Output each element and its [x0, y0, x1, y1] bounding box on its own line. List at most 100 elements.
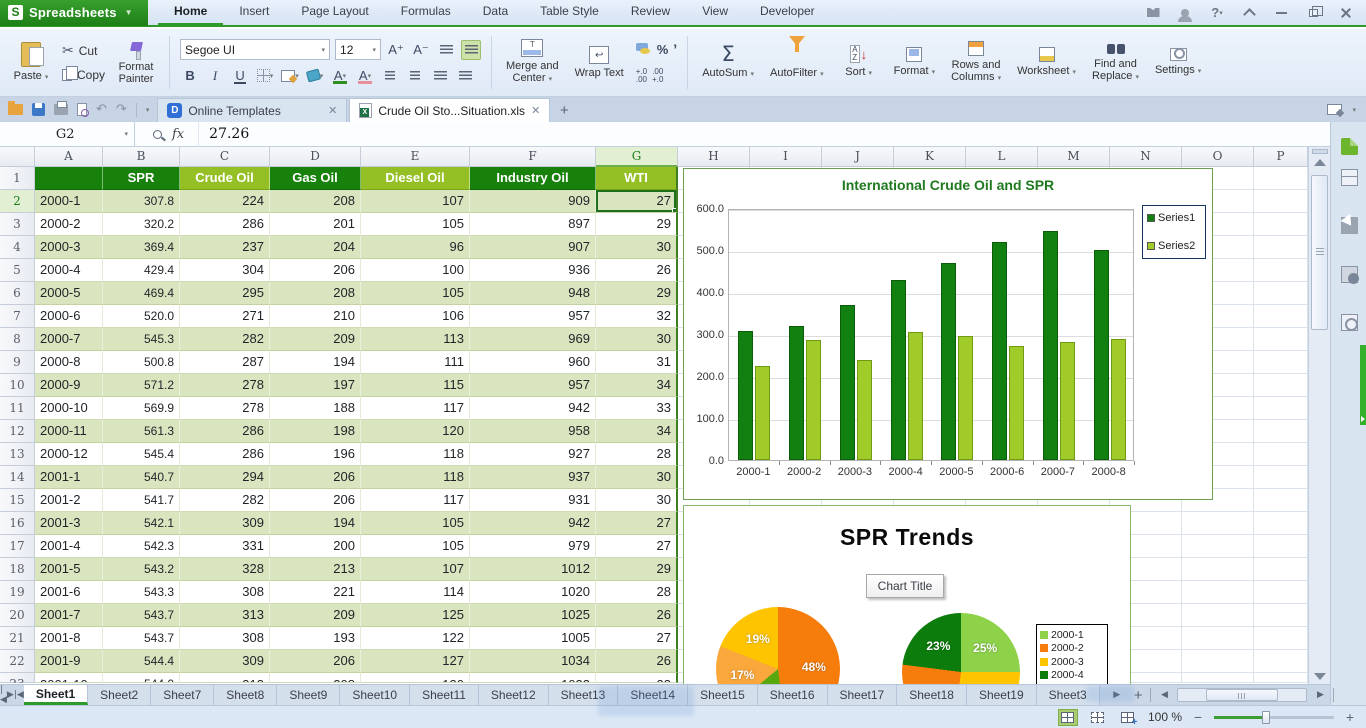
screenshot-icon[interactable] [1341, 314, 1358, 331]
borders-icon[interactable]: ▾ [255, 66, 275, 86]
cell-E8[interactable]: 113 [361, 328, 470, 351]
cell-A16[interactable]: 2001-3 [35, 512, 103, 535]
decrease-font-icon[interactable]: A⁻ [411, 40, 431, 60]
menu-tab-table-style[interactable]: Table Style [524, 0, 615, 26]
cell-A13[interactable]: 2000-12 [35, 443, 103, 466]
underline-button[interactable]: U [230, 66, 250, 86]
row-header-2[interactable]: 2 [0, 190, 35, 213]
cell-B8[interactable]: 545.3 [103, 328, 180, 351]
cell-D3[interactable]: 201 [270, 213, 361, 236]
cell-G18[interactable]: 29 [596, 558, 678, 581]
cell-E21[interactable]: 122 [361, 627, 470, 650]
collapse-ribbon-icon[interactable] [1240, 5, 1258, 21]
cell-F20[interactable]: 1025 [470, 604, 596, 627]
save-icon[interactable] [32, 103, 45, 116]
sheet-tab-sheet2[interactable]: Sheet2 [88, 685, 151, 705]
cell-G5[interactable]: 26 [596, 259, 678, 282]
cell-D9[interactable]: 194 [270, 351, 361, 374]
column-header-N[interactable]: N [1110, 147, 1182, 167]
align-left-icon[interactable] [430, 66, 450, 86]
cell-P23[interactable] [1254, 673, 1308, 683]
cell-P13[interactable] [1254, 443, 1308, 466]
cell-F7[interactable]: 957 [470, 305, 596, 328]
cell-C14[interactable]: 294 [180, 466, 270, 489]
cell-C18[interactable]: 328 [180, 558, 270, 581]
cell-B15[interactable]: 541.7 [103, 489, 180, 512]
cell-C3[interactable]: 286 [180, 213, 270, 236]
cell-C7[interactable]: 271 [180, 305, 270, 328]
row-header-14[interactable]: 14 [0, 466, 35, 489]
cell-D11[interactable]: 188 [270, 397, 361, 420]
zoom-slider-handle[interactable] [1262, 711, 1270, 724]
cell-D21[interactable]: 193 [270, 627, 361, 650]
cell-C2[interactable]: 224 [180, 190, 270, 213]
cell-G21[interactable]: 27 [596, 627, 678, 650]
cell-G15[interactable]: 30 [596, 489, 678, 512]
cell-P20[interactable] [1254, 604, 1308, 627]
cell-A11[interactable]: 2000-10 [35, 397, 103, 420]
bar-Series2-2000-8[interactable] [1111, 339, 1126, 460]
close-button[interactable] [1336, 5, 1354, 21]
cell-D10[interactable]: 197 [270, 374, 361, 397]
cell-E23[interactable]: 130 [361, 673, 470, 683]
cell-P4[interactable] [1254, 236, 1308, 259]
font-name-select[interactable]: Segoe UI▾ [180, 39, 330, 60]
merge-center-button[interactable]: T Merge and Center ▾ [502, 37, 563, 88]
cell-B22[interactable]: 544.4 [103, 650, 180, 673]
column-header-O[interactable]: O [1182, 147, 1254, 167]
cell-G3[interactable]: 29 [596, 213, 678, 236]
cell-P19[interactable] [1254, 581, 1308, 604]
menu-tab-developer[interactable]: Developer [744, 0, 831, 26]
cell-C19[interactable]: 308 [180, 581, 270, 604]
app-logo[interactable]: S Spreadsheets ▼ [0, 0, 148, 26]
row-header-8[interactable]: 8 [0, 328, 35, 351]
paste-button[interactable]: Paste ▾ [8, 40, 54, 86]
cell-E3[interactable]: 105 [361, 213, 470, 236]
fill-color-icon[interactable]: ▾ [305, 66, 325, 86]
cell-E2[interactable]: 107 [361, 190, 470, 213]
cell-G8[interactable]: 30 [596, 328, 678, 351]
sheet-tab-sheet11[interactable]: Sheet11 [410, 685, 479, 705]
cell-C12[interactable]: 286 [180, 420, 270, 443]
cell-D23[interactable]: 208 [270, 673, 361, 683]
cell-D13[interactable]: 196 [270, 443, 361, 466]
cell-F23[interactable]: 1032 [470, 673, 596, 683]
cell-E11[interactable]: 117 [361, 397, 470, 420]
cell-P7[interactable] [1254, 305, 1308, 328]
tab-close-icon[interactable]: ✕ [328, 104, 337, 117]
cell-P16[interactable] [1254, 512, 1308, 535]
cell-D6[interactable]: 208 [270, 282, 361, 305]
task-pane-icon[interactable] [1341, 169, 1358, 186]
cell-D19[interactable]: 221 [270, 581, 361, 604]
help-icon[interactable]: ?▾ [1208, 5, 1226, 21]
restore-button[interactable] [1304, 5, 1322, 21]
row-header-17[interactable]: 17 [0, 535, 35, 558]
cell-A6[interactable]: 2000-5 [35, 282, 103, 305]
cell-E1[interactable]: Diesel Oil [361, 167, 470, 190]
scroll-down-icon[interactable] [1314, 673, 1326, 680]
column-header-H[interactable]: H [678, 147, 750, 167]
cell-A9[interactable]: 2000-8 [35, 351, 103, 374]
row-header-18[interactable]: 18 [0, 558, 35, 581]
toolbar-options-icon[interactable] [1327, 104, 1342, 115]
qat-customize-icon[interactable]: ▾ [146, 106, 150, 114]
cell-F5[interactable]: 936 [470, 259, 596, 282]
cell-B9[interactable]: 500.8 [103, 351, 180, 374]
cell-E10[interactable]: 115 [361, 374, 470, 397]
row-header-12[interactable]: 12 [0, 420, 35, 443]
cell-P21[interactable] [1254, 627, 1308, 650]
cell-style-icon[interactable]: ▾ [280, 66, 300, 86]
cell-P5[interactable] [1254, 259, 1308, 282]
cell-A20[interactable]: 2001-7 [35, 604, 103, 627]
bar-Series2-2000-5[interactable] [958, 336, 973, 460]
scroll-up-icon[interactable] [1314, 159, 1326, 166]
document-tab-crude-oil[interactable]: Crude Oil Sto...Situation.xls ✕ [349, 98, 550, 122]
cell-C11[interactable]: 278 [180, 397, 270, 420]
column-header-B[interactable]: B [103, 147, 180, 167]
cell-D22[interactable]: 206 [270, 650, 361, 673]
cell-F21[interactable]: 1005 [470, 627, 596, 650]
cell-D7[interactable]: 210 [270, 305, 361, 328]
redo-icon[interactable]: ↷ [116, 102, 127, 117]
format-painter-button[interactable]: Format Painter [113, 38, 159, 87]
row-header-7[interactable]: 7 [0, 305, 35, 328]
